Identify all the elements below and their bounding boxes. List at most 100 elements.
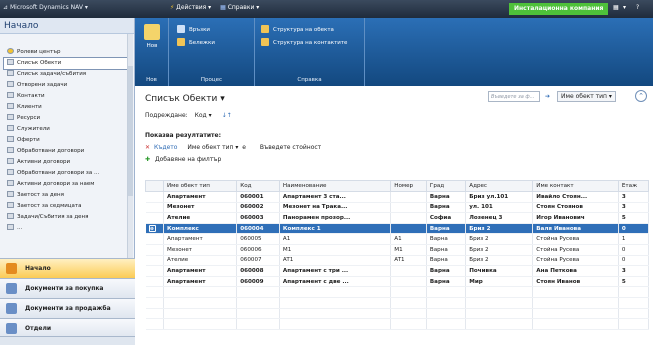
column-header[interactable]: Име контакт [532, 180, 619, 192]
filter-field-value: Име обект тип [560, 93, 607, 100]
table-cell: Бриз 2 [465, 255, 534, 267]
table-row[interactable]: Ателие 060003 Панорамен прозор... Софиа Лозе… [145, 212, 650, 224]
column-header[interactable] [145, 180, 164, 192]
ribbon-group-process: Връзки Бележки Процес [169, 18, 255, 86]
nav-item[interactable]: Списък задачи/събития [0, 69, 135, 80]
sales-icon [6, 303, 17, 314]
nav-item[interactable]: Заетост за деня [0, 190, 135, 201]
object-structure-button[interactable]: Структура на обекта [261, 25, 334, 33]
table-cell [145, 191, 164, 203]
table-cell: 3 [618, 202, 650, 214]
filter-field-select[interactable]: Име обект тип ▾ [187, 144, 238, 151]
collapse-icon[interactable]: ⌃ [635, 90, 647, 102]
reports-label[interactable]: Справки [228, 4, 255, 11]
nav-item[interactable]: Обработвани договори [0, 146, 135, 157]
filter-operator: е [242, 144, 246, 151]
list-icon [7, 70, 14, 76]
table-cell: 1 [618, 233, 650, 245]
search-input[interactable]: Въведете за ф... [488, 91, 540, 102]
table-cell: Варна [426, 276, 467, 288]
nav-item[interactable]: Ресурси [0, 113, 135, 124]
actions-menu[interactable]: ⚡ Действия ▾ ▦ Справки ▾ [170, 4, 259, 11]
nav-item[interactable]: Оферти [0, 135, 135, 146]
nav-item[interactable]: Задачи/Събития за деня [0, 212, 135, 223]
column-header[interactable]: Адрес [465, 180, 534, 192]
table-cell [236, 308, 280, 320]
nav-item[interactable]: Ролеви център [0, 47, 135, 58]
field-filter[interactable]: ➔ Име обект тип ▾ [545, 91, 616, 102]
table-row[interactable]: Апартамент 060001 Апартамент 3 ста... Варна… [145, 191, 650, 203]
view-icon[interactable]: ▦ [613, 4, 619, 11]
table-row[interactable]: ⊕ Комплекс 060004 Комплекс 1 Варна Бриз 2 Валя… [145, 223, 650, 235]
nav-item[interactable]: Активни договори за наем [0, 179, 135, 190]
sort-row: Подреждане: Код ▾ ↓↑ [145, 112, 232, 119]
nav-item[interactable]: Отворени задачи [0, 80, 135, 91]
table-cell: Ателие [163, 212, 238, 224]
ribbon-group-new: Нов Нов [135, 18, 169, 86]
filter-pane: Показва резултатите: ✕ Където Име обект … [145, 132, 385, 168]
nav-button[interactable]: Документи за покупка [0, 278, 135, 298]
help-icon[interactable]: ? [636, 4, 639, 11]
table-cell [145, 244, 164, 256]
sort-order-icon[interactable]: ↓↑ [222, 112, 232, 119]
nav-scrollbar[interactable] [127, 34, 133, 258]
app-menu[interactable]: ⊿ Microsoft Dynamics NAV ▾ [3, 4, 88, 11]
filter-field-select[interactable]: Име обект тип ▾ [556, 91, 616, 102]
column-header[interactable]: Град [425, 180, 467, 192]
nav-item[interactable]: Активни договори [0, 157, 135, 168]
table-row[interactable]: Ателие 060007 AT1 AT1 Варна Бриз 2 Стойна Русе… [145, 255, 650, 267]
table-cell: Апартамент [163, 276, 238, 288]
nav-item[interactable]: Клиенти [0, 102, 135, 113]
nav-item[interactable]: Списък Обекти [3, 57, 128, 70]
nav-button[interactable]: Документи за продажба [0, 298, 135, 318]
remove-filter-icon[interactable]: ✕ [145, 144, 150, 151]
table-row[interactable]: Мезонет 060006 M1 M1 Варна Бриз 2 Стойна Русев… [145, 244, 650, 256]
nav-button[interactable]: Отдели [0, 318, 135, 338]
nav-item[interactable]: Обработвани договори за ... [0, 168, 135, 179]
nav-item[interactable]: Служители [0, 124, 135, 135]
column-header[interactable]: Етаж [617, 180, 650, 192]
sort-select[interactable]: Код ▾ [195, 112, 212, 119]
nav-scroll-thumb[interactable] [128, 66, 133, 196]
table-cell: Панорамен прозор... [279, 212, 392, 224]
object-structure-label: Структура на обекта [273, 27, 334, 33]
column-header[interactable]: Име обект тип [162, 180, 238, 192]
table-row[interactable]: Апартамент 060005 A1 A1 Варна Бриз 2 Стойна Ру… [145, 233, 650, 245]
table-row[interactable] [145, 318, 650, 330]
table-cell [618, 308, 650, 320]
table-cell: Мир [465, 276, 534, 288]
ribbon-group-label: Нов [146, 77, 157, 83]
table-header: Име обект тип Код Наименование Номер Град Адр… [145, 180, 650, 192]
contact-structure-button[interactable]: Структура на контактите [261, 38, 347, 46]
nav-header: Начало [0, 18, 134, 34]
table-row[interactable] [145, 286, 650, 298]
nav-item[interactable]: ... [0, 223, 135, 234]
table-row[interactable]: Апартамент 060008 Апартамент с три ... Варн… [145, 265, 650, 277]
table-row[interactable] [145, 297, 650, 309]
table-row[interactable]: Мезонет 060002 Мезонет на Трака... Варна ул.… [145, 202, 650, 214]
add-filter-button[interactable]: ✚ Добавяне на филтър [145, 156, 385, 163]
new-icon [144, 24, 160, 40]
table-cell: Бриз 2 [465, 244, 534, 256]
nav-grip[interactable] [0, 336, 135, 345]
nav-item[interactable]: Контакти [0, 91, 135, 102]
column-header[interactable]: Номер [390, 180, 427, 192]
table-cell [390, 308, 427, 320]
column-header[interactable]: Наименование [278, 180, 392, 192]
links-button[interactable]: Връзки [177, 25, 210, 33]
chevron-down-icon: ▾ [220, 94, 225, 104]
nav-item[interactable]: Заетост за седмицата [0, 201, 135, 212]
column-header[interactable]: Код [236, 180, 280, 192]
nav-button[interactable]: Начало [0, 258, 135, 278]
new-button[interactable]: Нов [142, 24, 162, 58]
view-dropdown-icon[interactable]: ▾ [623, 4, 626, 11]
table-row[interactable] [145, 308, 650, 320]
filter-value-input[interactable]: Въведете стойност [260, 144, 321, 151]
table-cell: 3 [618, 191, 650, 203]
expand-icon[interactable]: ⊕ [148, 225, 156, 233]
table-row[interactable]: Апартамент 060009 Апартамент с две ... Варн… [145, 276, 650, 288]
page-title[interactable]: Списък Обекти ▾ [145, 94, 225, 104]
list-icon [7, 59, 14, 65]
notes-button[interactable]: Бележки [177, 38, 215, 46]
table-cell [618, 318, 650, 330]
